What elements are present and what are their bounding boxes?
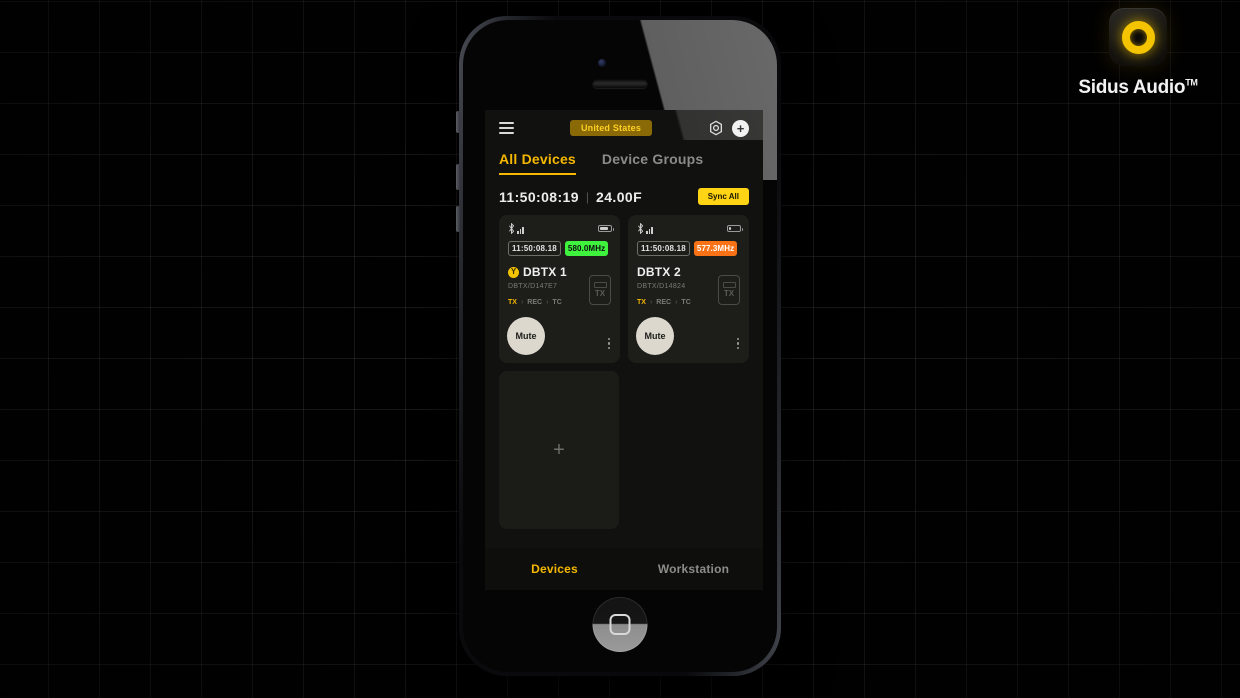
app-root: United States + All Devices Device Group…: [485, 110, 763, 590]
tab-all-devices[interactable]: All Devices: [499, 151, 576, 182]
device-frequency-badge: 580.0MHz: [564, 241, 609, 256]
sync-all-button[interactable]: Sync All: [697, 188, 749, 205]
nav-item-devices[interactable]: Devices: [485, 562, 624, 576]
device-card-status-row: [508, 223, 614, 234]
tab-device-groups-label: Device Groups: [601, 151, 704, 167]
app-topbar: United States +: [485, 110, 763, 146]
device-card[interactable]: 11:50:08.18 580.0MHz Y DBTX 1 DBTX/D147E…: [499, 215, 620, 363]
tab-all-devices-label: All Devices: [499, 151, 576, 167]
region-selector[interactable]: United States: [569, 120, 653, 136]
mode-divider: ›: [546, 299, 549, 306]
device-card-grid: 11:50:08.18 580.0MHz Y DBTX 1 DBTX/D147E…: [485, 205, 763, 363]
mute-button[interactable]: Mute: [636, 317, 674, 355]
device-card[interactable]: 11:50:08.18 577.3MHz DBTX 2 DBTX/D14824 …: [628, 215, 749, 363]
device-timecode: 11:50:08.18: [508, 241, 561, 256]
device-name: DBTX 2: [637, 265, 681, 279]
status-separator: |: [585, 189, 590, 204]
transmitter-label: TX: [594, 289, 606, 298]
mode-tc[interactable]: TC: [681, 299, 690, 306]
device-chip-row: 11:50:08.18 577.3MHz: [637, 241, 741, 256]
plus-circle-icon[interactable]: +: [732, 119, 749, 137]
phone-device: United States + All Devices Device Group…: [456, 16, 781, 676]
connectivity-icons: [637, 223, 653, 234]
home-button-glyph: [609, 614, 631, 635]
volume-up-button[interactable]: [456, 164, 460, 190]
antenna-badge-icon: Y: [508, 266, 519, 278]
temperature-readout: 24.00F: [596, 188, 643, 205]
plus-icon: +: [553, 438, 565, 461]
device-chip-row: 11:50:08.18 580.0MHz: [508, 241, 612, 256]
earpiece-speaker: [592, 79, 648, 88]
battery-icon: [598, 225, 614, 232]
tab-device-groups[interactable]: Device Groups: [602, 151, 703, 182]
brand-logo-block: Sidus AudioTM: [1054, 8, 1222, 99]
front-camera: [598, 59, 606, 67]
device-card-status-row: [637, 223, 743, 234]
mode-rec[interactable]: REC: [656, 299, 671, 306]
bluetooth-icon: [638, 223, 644, 234]
ring-logo-icon: [1109, 8, 1167, 66]
mode-tx[interactable]: TX: [637, 299, 646, 306]
tab-active-underline: [499, 173, 576, 175]
phone-body: United States + All Devices Device Group…: [463, 20, 777, 672]
home-button[interactable]: [592, 597, 648, 652]
tab-bar: All Devices Device Groups: [485, 151, 763, 182]
transmitter-screen: [722, 282, 736, 288]
mode-rec[interactable]: REC: [527, 299, 542, 306]
device-name: DBTX 1: [523, 265, 567, 279]
connectivity-icons: [508, 223, 524, 234]
mode-divider: ›: [520, 299, 524, 306]
status-row: 11:50:08:19 | 24.00F Sync All: [485, 182, 763, 205]
nav-item-workstation[interactable]: Workstation: [624, 562, 763, 576]
bluetooth-icon: [509, 223, 515, 234]
signal-bars-icon: [646, 227, 653, 234]
transmitter-icon: TX: [718, 275, 740, 305]
phone-screen: United States + All Devices Device Group…: [485, 110, 763, 590]
signal-bars-icon: [517, 227, 524, 234]
mute-switch[interactable]: [456, 111, 460, 133]
device-timecode: 11:50:08.18: [637, 241, 690, 256]
bottom-nav: Devices Workstation: [485, 548, 763, 590]
brand-name: Sidus AudioTM: [1054, 77, 1222, 99]
master-clock: 11:50:08:19: [499, 188, 579, 205]
brand-trademark: TM: [1185, 77, 1198, 88]
mode-divider: ›: [649, 299, 653, 306]
device-frequency-badge: 577.3MHz: [693, 241, 738, 256]
ring-logo-inner: [1121, 20, 1155, 54]
mute-button[interactable]: Mute: [507, 317, 545, 355]
kebab-menu-icon[interactable]: [736, 337, 739, 349]
mode-tc[interactable]: TC: [552, 299, 561, 306]
transmitter-label: TX: [723, 289, 735, 298]
battery-icon: [727, 225, 743, 232]
transmitter-icon: TX: [589, 275, 611, 305]
add-device-card[interactable]: +: [499, 371, 619, 529]
transmitter-screen: [593, 282, 607, 288]
volume-down-button[interactable]: [456, 206, 460, 232]
mode-divider: ›: [675, 299, 678, 306]
brand-name-text: Sidus Audio: [1078, 77, 1186, 98]
gear-icon[interactable]: [708, 120, 724, 136]
hamburger-menu-icon[interactable]: [499, 122, 514, 134]
kebab-menu-icon[interactable]: [607, 337, 610, 349]
mode-tx[interactable]: TX: [508, 299, 517, 306]
